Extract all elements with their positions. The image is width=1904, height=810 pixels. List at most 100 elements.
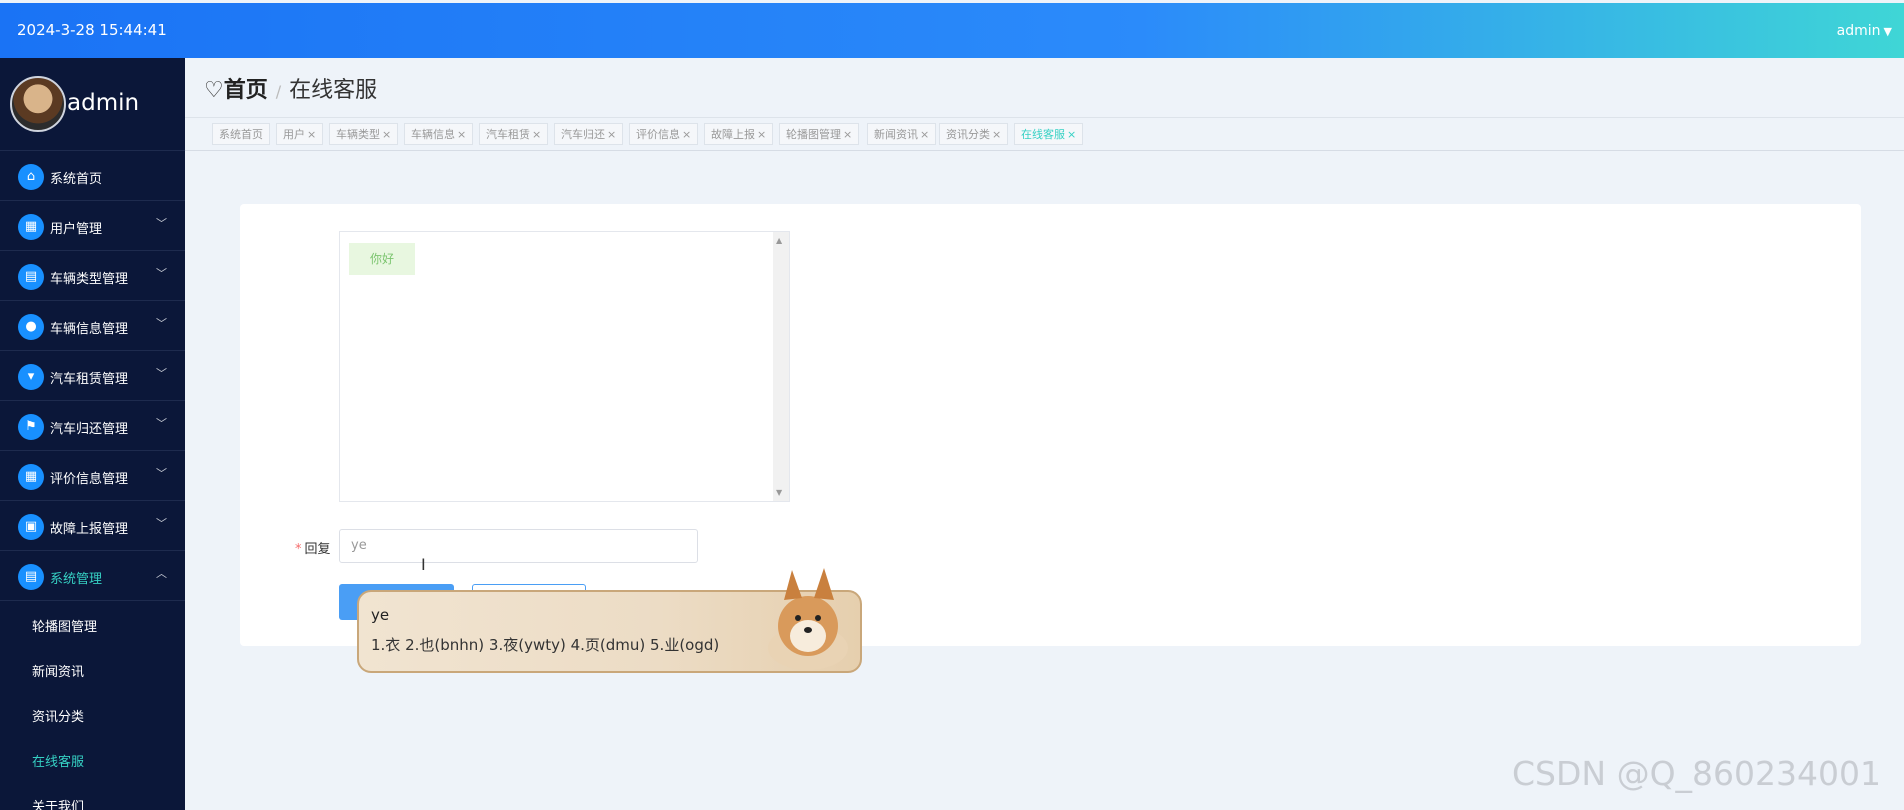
sidebar-item-label: 用户管理 — [50, 222, 103, 237]
tab-news[interactable]: 新闻资讯 × — [867, 123, 937, 145]
sidebar-subitem-label: 新闻资讯 — [32, 665, 85, 680]
chevron-down-icon: ﹀ — [156, 217, 167, 230]
close-icon[interactable]: × — [682, 128, 691, 141]
sidebar-item-label: 车辆类型管理 — [50, 272, 129, 287]
chart-icon: ▤ — [18, 264, 44, 290]
breadcrumb: ♡首页 / 在线客服 — [204, 72, 377, 104]
sidebar-item-users[interactable]: ▦ 用户管理 ﹀ — [0, 201, 185, 251]
tab-label: 车辆信息 — [411, 128, 455, 141]
chevron-down-icon: ﹀ — [156, 467, 167, 480]
required-mark: * — [295, 542, 302, 557]
scroll-up-icon[interactable]: ▲ — [776, 236, 782, 245]
datetime-display: 2024-3-28 15:44:41 — [17, 21, 167, 39]
grid-icon: ▦ — [18, 214, 44, 240]
tab-vehicle-info[interactable]: 车辆信息 × — [404, 123, 474, 145]
tab-home[interactable]: 系统首页 — [212, 123, 270, 145]
sidebar-item-label: 故障上报管理 — [50, 522, 129, 537]
close-icon[interactable]: × — [457, 128, 466, 141]
chevron-down-icon: ﹀ — [156, 417, 167, 430]
tab-carousel[interactable]: 轮播图管理 × — [779, 123, 860, 145]
avatar — [10, 76, 66, 132]
tab-label: 故障上报 — [711, 128, 755, 141]
reply-input[interactable]: ye — [339, 529, 698, 563]
briefcase-icon: ▣ — [18, 514, 44, 540]
tab-label: 车辆类型 — [336, 128, 380, 141]
close-icon[interactable]: × — [757, 128, 766, 141]
reply-label: * 回复 — [295, 538, 331, 557]
tab-label: 汽车归还 — [561, 128, 605, 141]
top-header: 2024-3-28 15:44:41 admin ▼ — [0, 3, 1904, 58]
chevron-down-icon: ﹀ — [156, 267, 167, 280]
sidebar-subitem-label: 关于我们 — [32, 800, 85, 810]
tab-rental[interactable]: 汽车租赁 × — [479, 123, 549, 145]
sidebar-item-rental[interactable]: ▾ 汽车租赁管理 ﹀ — [0, 351, 185, 401]
sidebar-subitem-about[interactable]: 关于我们 — [0, 781, 185, 810]
caret-down-icon: ▼ — [1883, 25, 1892, 38]
sidebar-subitem-news-category[interactable]: 资讯分类 — [0, 691, 185, 736]
breadcrumb-home[interactable]: 首页 — [224, 78, 268, 103]
scroll-down-icon[interactable]: ▼ — [776, 488, 782, 497]
tab-label: 在线客服 — [1021, 128, 1065, 141]
scrollbar[interactable]: ▲ ▼ — [773, 232, 789, 501]
sidebar-item-label: 汽车租赁管理 — [50, 372, 129, 387]
sidebar-profile: admin — [0, 58, 185, 151]
sidebar-subitem-label: 轮播图管理 — [32, 620, 98, 635]
close-icon[interactable]: × — [532, 128, 541, 141]
sidebar-item-reviews[interactable]: ▦ 评价信息管理 ﹀ — [0, 451, 185, 501]
tab-label: 新闻资讯 — [874, 128, 918, 141]
tabs-bar: 系统首页 用户 × 车辆类型 × 车辆信息 × 汽车租赁 × 汽车归还 × 评价信息 × 故… — [185, 117, 1904, 151]
pin-icon: ▾ — [18, 364, 44, 390]
sidebar-item-vehicle-info[interactable]: ● 车辆信息管理 ﹀ — [0, 301, 185, 351]
sidebar-username: admin — [67, 90, 140, 116]
chevron-down-icon: ﹀ — [156, 367, 167, 380]
close-icon[interactable]: × — [920, 128, 929, 141]
user-name: admin — [1836, 23, 1881, 39]
tab-return[interactable]: 汽车归还 × — [554, 123, 624, 145]
chat-message: 你好 — [349, 243, 415, 275]
sidebar-subitem-news[interactable]: 新闻资讯 — [0, 646, 185, 691]
chat-history[interactable]: 你好 ▲ ▼ — [339, 231, 790, 502]
tab-label: 汽车租赁 — [486, 128, 530, 141]
close-icon[interactable]: × — [607, 128, 616, 141]
tab-label: 评价信息 — [636, 128, 680, 141]
sidebar-item-home[interactable]: ⌂ 系统首页 — [0, 151, 185, 201]
user-menu[interactable]: admin ▼ — [1837, 23, 1892, 39]
tab-reviews[interactable]: 评价信息 × — [629, 123, 699, 145]
close-icon[interactable]: × — [382, 128, 391, 141]
location-icon: ● — [18, 314, 44, 340]
reply-label-text: 回复 — [304, 542, 331, 557]
tab-label: 轮播图管理 — [786, 128, 841, 141]
chevron-down-icon: ﹀ — [156, 517, 167, 530]
tab-vehicle-types[interactable]: 车辆类型 × — [329, 123, 399, 145]
chevron-down-icon: ﹀ — [156, 317, 167, 330]
tab-users[interactable]: 用户 × — [276, 123, 324, 145]
breadcrumb-separator: / — [275, 82, 282, 101]
sidebar-item-label: 评价信息管理 — [50, 472, 129, 487]
close-icon[interactable]: × — [1067, 128, 1076, 141]
grid-icon: ▦ — [18, 464, 44, 490]
sidebar-item-vehicle-types[interactable]: ▤ 车辆类型管理 ﹀ — [0, 251, 185, 301]
sidebar-subitem-label: 在线客服 — [32, 755, 85, 770]
tab-news-category[interactable]: 资讯分类 × — [939, 123, 1009, 145]
sidebar-item-label: 车辆信息管理 — [50, 322, 129, 337]
tab-label: 资讯分类 — [946, 128, 990, 141]
tab-label: 系统首页 — [219, 128, 263, 141]
tab-online-service[interactable]: 在线客服 × — [1014, 123, 1084, 145]
sidebar-item-label: 系统管理 — [50, 572, 103, 587]
document-icon: ▤ — [18, 564, 44, 590]
sidebar-subitem-online-service[interactable]: 在线客服 — [0, 736, 185, 781]
sidebar-item-system[interactable]: ▤ 系统管理 ︿ — [0, 551, 185, 601]
close-icon[interactable]: × — [992, 128, 1001, 141]
sidebar-subitem-carousel[interactable]: 轮播图管理 — [0, 601, 185, 646]
sidebar-item-return[interactable]: ⚑ 汽车归还管理 ﹀ — [0, 401, 185, 451]
chevron-up-icon: ︿ — [156, 567, 167, 580]
watermark: CSDN @Q_860234001 — [1512, 754, 1882, 793]
sidebar-item-faults[interactable]: ▣ 故障上报管理 ﹀ — [0, 501, 185, 551]
ime-candidates[interactable]: 1.衣 2.也(bnhn) 3.夜(ywty) 4.页(dmu) 5.业(ogd… — [371, 634, 719, 655]
flag-icon: ⚑ — [18, 414, 44, 440]
close-icon[interactable]: × — [307, 128, 316, 141]
tab-faults[interactable]: 故障上报 × — [704, 123, 774, 145]
close-icon[interactable]: × — [843, 128, 852, 141]
sidebar-subitem-label: 资讯分类 — [32, 710, 85, 725]
heart-icon: ♡ — [204, 78, 224, 103]
